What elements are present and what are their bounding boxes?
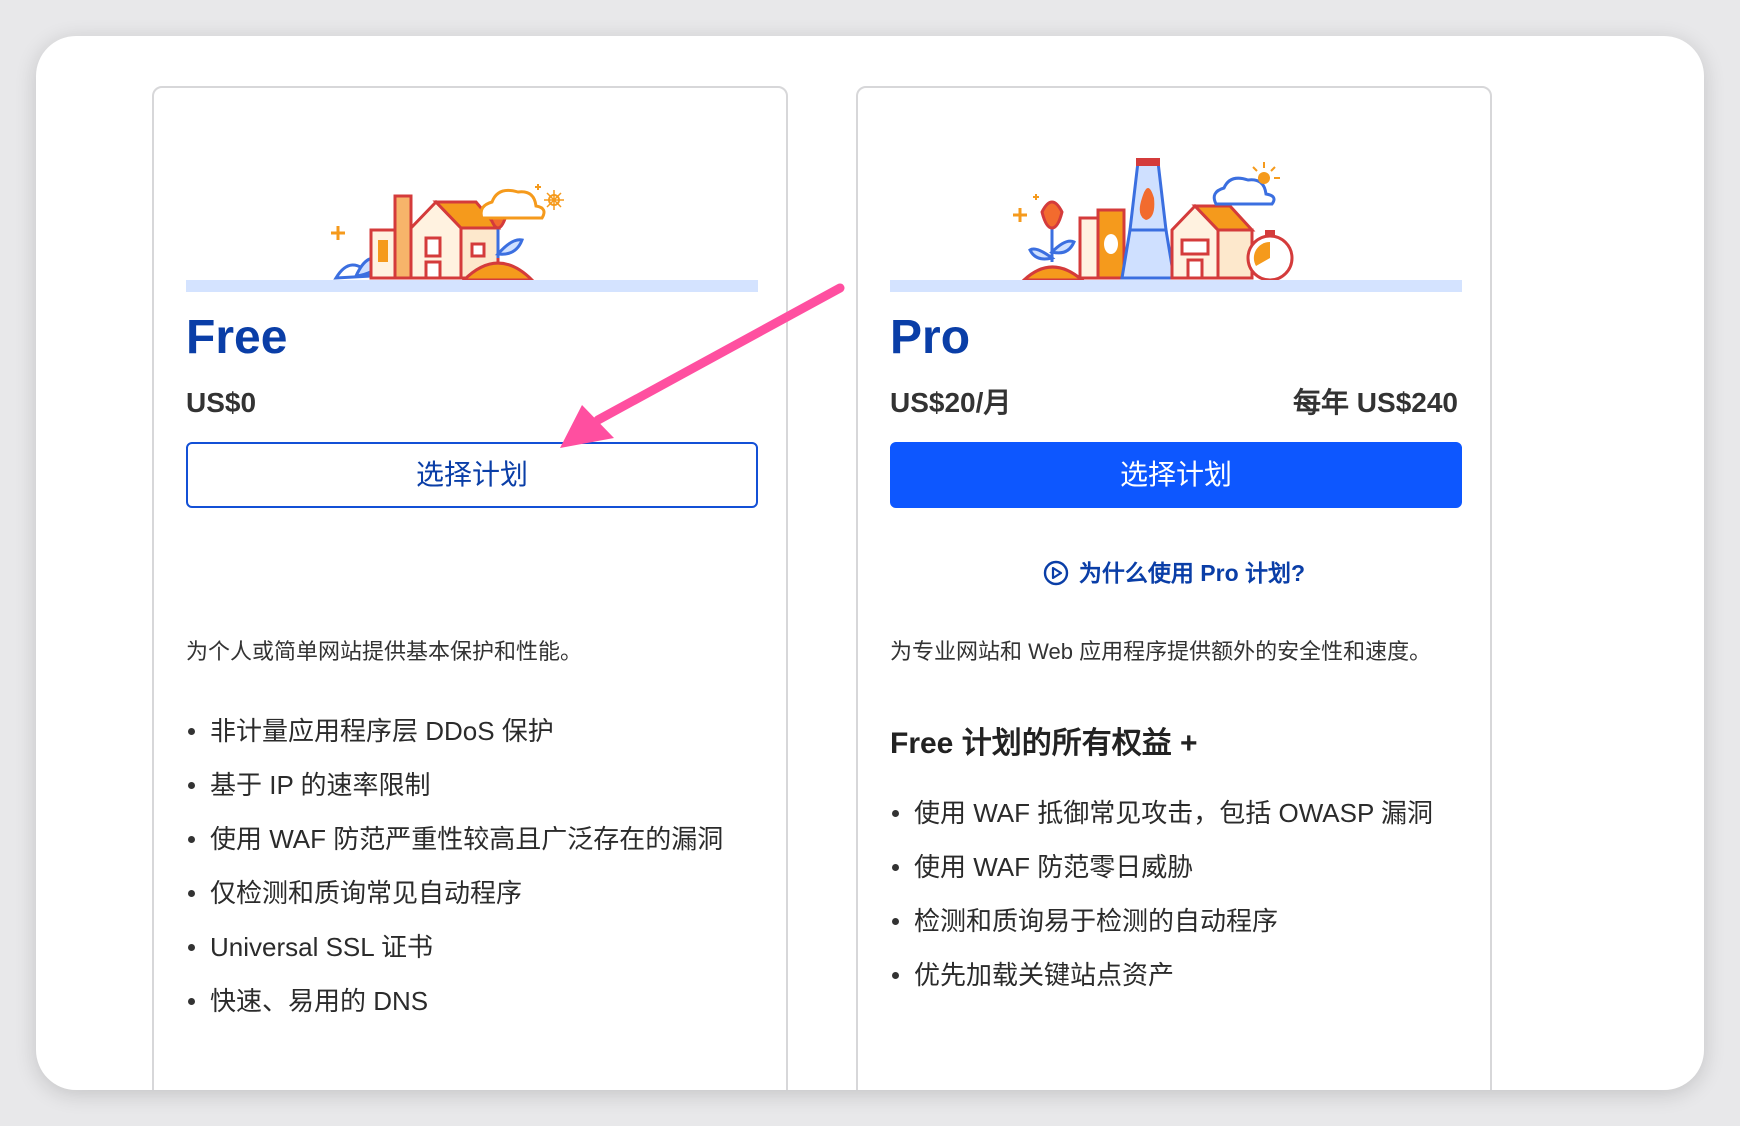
plan-title: Pro: [890, 311, 971, 364]
illustration-baseline: [186, 280, 758, 292]
select-plan-button[interactable]: 选择计划: [890, 442, 1462, 508]
plan-description: 为专业网站和 Web 应用程序提供额外的安全性和速度。: [890, 639, 1432, 664]
pro-plan-card: Pro US$20/月 每年 US$240 选择计划 为什么使用 Pro 计划?…: [856, 86, 1492, 1090]
list-item: 优先加载关键站点资产: [890, 954, 1450, 996]
list-item: 非计量应用程序层 DDoS 保护: [186, 710, 746, 752]
why-pro-link-label: 为什么使用 Pro 计划?: [1078, 559, 1306, 586]
free-plan-illustration: [331, 184, 564, 282]
list-item: 基于 IP 的速率限制: [186, 764, 746, 806]
list-item: 检测和质询易于检测的自动程序: [890, 900, 1450, 942]
list-item: 使用 WAF 抵御常见攻击，包括 OWASP 漏洞: [890, 792, 1450, 834]
plan-price: US$0: [186, 387, 257, 418]
list-item: 快速、易用的 DNS: [186, 980, 746, 1022]
feature-list: 非计量应用程序层 DDoS 保护 基于 IP 的速率限制 使用 WAF 防范严重…: [186, 710, 746, 1034]
list-item: 使用 WAF 防范严重性较高且广泛存在的漏洞: [186, 818, 746, 860]
screenshot-frame: Free US$0 选择计划 为个人或简单网站提供基本保护和性能。 非计量应用程…: [36, 36, 1704, 1090]
why-pro-link[interactable]: 为什么使用 Pro 计划?: [858, 556, 1490, 588]
feature-list: 使用 WAF 抵御常见攻击，包括 OWASP 漏洞 使用 WAF 防范零日威胁 …: [890, 792, 1450, 1008]
list-item: 使用 WAF 防范零日威胁: [890, 846, 1450, 888]
select-plan-button[interactable]: 选择计划: [186, 442, 758, 508]
plan-price: US$20/月: [890, 387, 1012, 418]
free-plan-card: Free US$0 选择计划 为个人或简单网站提供基本保护和性能。 非计量应用程…: [152, 86, 788, 1090]
list-item: Universal SSL 证书: [186, 926, 746, 968]
annual-price: 每年 US$240: [1293, 387, 1458, 418]
play-circle-icon: [1043, 560, 1069, 586]
included-features-heading: Free 计划的所有权益 +: [890, 727, 1198, 760]
plan-description: 为个人或简单网站提供基本保护和性能。: [186, 639, 583, 664]
list-item: 仅检测和质询常见自动程序: [186, 872, 746, 914]
plan-title: Free: [186, 311, 288, 364]
illustration-baseline: [890, 280, 1462, 292]
pro-plan-illustration: [1013, 158, 1294, 282]
